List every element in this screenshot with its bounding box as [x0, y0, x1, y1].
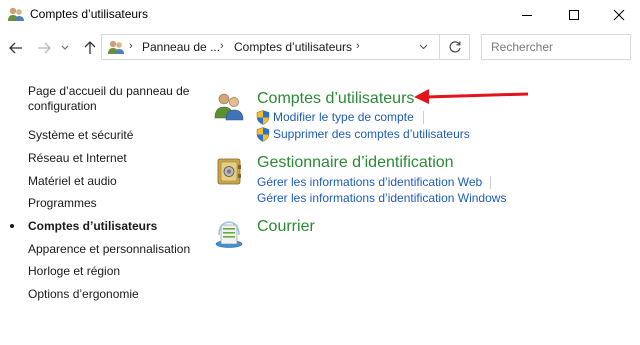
link-change-account-type[interactable]: Modifier le type de compte — [273, 110, 414, 124]
annotation-arrow — [414, 89, 529, 104]
minimize-icon — [522, 15, 532, 16]
close-icon — [613, 9, 625, 21]
chevron-down-icon — [61, 45, 69, 50]
users-icon — [108, 40, 124, 54]
nav-ease-of-access[interactable]: Options d’ergonomie — [28, 286, 139, 302]
users-icon — [8, 7, 24, 21]
current-item-bullet — [10, 224, 14, 228]
nav-system-security[interactable]: Système et sécurité — [28, 127, 133, 143]
nav-hardware-sound[interactable]: Matériel et audio — [28, 173, 117, 189]
maximize-icon — [569, 10, 579, 20]
category-title-mail[interactable]: Courrier — [257, 218, 315, 236]
refresh-icon — [449, 41, 461, 53]
breadcrumb-user-accounts[interactable]: Comptes d’utilisateurs — [234, 40, 352, 54]
title-bar: Comptes d’utilisateurs — [0, 0, 640, 30]
user-accounts-icon[interactable] — [213, 90, 245, 122]
category-title-credential-manager[interactable]: Gestionnaire d’identification — [257, 154, 454, 172]
link-separator — [423, 111, 424, 124]
nav-user-accounts[interactable]: Comptes d’utilisateurs — [28, 218, 157, 234]
credential-manager-icon[interactable] — [213, 155, 245, 187]
uac-shield-icon — [256, 127, 270, 142]
address-bar[interactable]: › Panneau de ... › Comptes d’utilisateur… — [101, 34, 470, 60]
nav-control-panel-home-line2[interactable]: configuration — [28, 98, 97, 114]
breadcrumb-separator[interactable]: › — [220, 40, 224, 52]
link-manage-web-credentials[interactable]: Gérer les informations d’identification … — [257, 175, 482, 189]
window-title: Comptes d’utilisateurs — [30, 7, 149, 21]
forward-button[interactable] — [34, 38, 54, 58]
arrow-right-icon — [38, 42, 51, 54]
chevron-down-icon — [419, 44, 427, 50]
search-input[interactable]: Rechercher — [481, 34, 631, 60]
arrow-left-icon — [9, 42, 22, 54]
link-remove-user-accounts[interactable]: Supprimer des comptes d’utilisateurs — [273, 127, 470, 141]
mail-icon[interactable] — [213, 217, 245, 249]
link-separator — [490, 176, 491, 189]
nav-network-internet[interactable]: Réseau et Internet — [28, 150, 127, 166]
recent-locations-button[interactable] — [58, 38, 72, 58]
nav-control-panel-home-line1[interactable]: Page d’accueil du panneau de — [28, 83, 189, 99]
nav-programs[interactable]: Programmes — [28, 195, 97, 211]
back-button[interactable] — [6, 38, 26, 58]
refresh-button[interactable] — [445, 38, 465, 56]
maximize-button[interactable] — [551, 0, 597, 30]
arrow-up-icon — [84, 41, 96, 54]
breadcrumb-control-panel[interactable]: Panneau de ... — [142, 40, 220, 54]
close-button[interactable] — [596, 0, 640, 30]
uac-shield-icon — [256, 110, 270, 125]
up-button[interactable] — [80, 38, 100, 58]
breadcrumb-separator[interactable]: › — [356, 40, 360, 52]
address-dropdown-button[interactable] — [414, 39, 432, 55]
category-title-user-accounts[interactable]: Comptes d’utilisateurs — [257, 90, 414, 108]
search-placeholder: Rechercher — [491, 40, 554, 54]
divider — [439, 35, 440, 59]
minimize-button[interactable] — [504, 0, 550, 30]
nav-appearance-personalization[interactable]: Apparence et personnalisation — [28, 241, 190, 257]
breadcrumb-separator[interactable]: › — [129, 40, 133, 52]
nav-clock-region[interactable]: Horloge et région — [28, 263, 120, 279]
link-manage-windows-credentials[interactable]: Gérer les informations d’identification … — [257, 191, 506, 205]
